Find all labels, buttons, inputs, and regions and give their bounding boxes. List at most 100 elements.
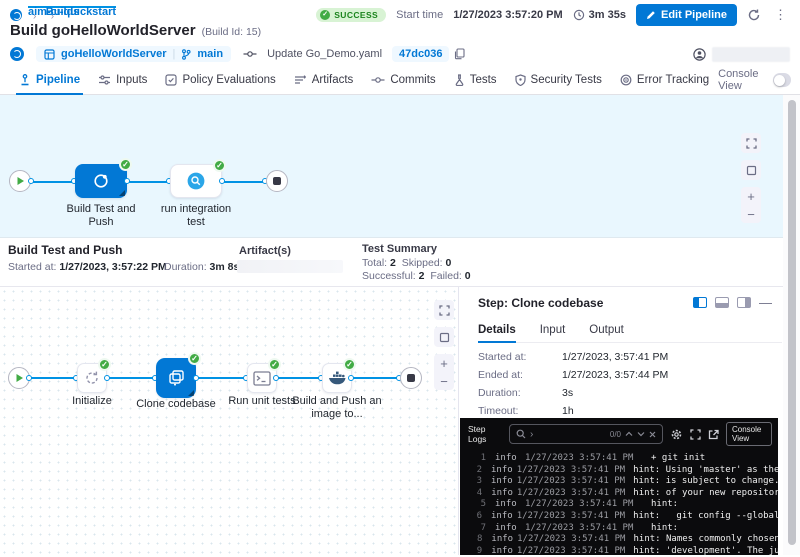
field-value: 1h bbox=[562, 405, 574, 417]
close-icon[interactable] bbox=[649, 431, 656, 438]
tab-label: Inputs bbox=[116, 74, 147, 86]
repo-name[interactable]: goHelloWorldServer bbox=[61, 48, 167, 60]
zoom-in-icon[interactable]: + bbox=[741, 187, 761, 205]
exec-node-label: Build and Push an image to... bbox=[292, 395, 382, 421]
tab-inputs[interactable]: Inputs bbox=[89, 66, 156, 94]
exec-end-node bbox=[400, 367, 422, 389]
stage-node-run-integration-test[interactable]: ✓ bbox=[170, 164, 222, 198]
stop-icon bbox=[273, 177, 281, 185]
total-label: Total: bbox=[362, 257, 387, 269]
fullscreen-icon[interactable] bbox=[741, 133, 761, 153]
scrollbar-thumb[interactable] bbox=[788, 100, 796, 545]
log-search-input[interactable]: › 0/0 bbox=[509, 424, 663, 444]
log-line: 3info1/27/2023 3:57:41 PMhint: is subjec… bbox=[474, 476, 778, 488]
status-text: SUCCESS bbox=[334, 10, 378, 20]
search-count: 0/0 bbox=[610, 430, 621, 439]
field-duration: Duration: 3s bbox=[478, 387, 668, 399]
artifact-redacted bbox=[237, 260, 343, 273]
play-icon bbox=[16, 176, 25, 186]
ci-stage-icon bbox=[92, 172, 110, 190]
log-line: 5info1/27/2023 3:57:41 PMhint: bbox=[474, 499, 778, 511]
tab-error-tracking[interactable]: Error Tracking bbox=[611, 66, 718, 94]
stage-graph-canvas[interactable]: ✓ ✓ Build Test and Push run integration … bbox=[0, 95, 800, 238]
page-scrollbar[interactable] bbox=[783, 95, 800, 555]
log-line: 1info1/27/2023 3:57:41 PM+ git init bbox=[474, 453, 778, 465]
field-label: Started at: bbox=[478, 351, 546, 363]
started-label: Started at: bbox=[8, 261, 56, 273]
field-ended-at: Ended at: 1/27/2023, 3:57:44 PM bbox=[478, 369, 668, 381]
shield-icon bbox=[515, 74, 526, 86]
field-timeout: Timeout: 1h bbox=[478, 405, 668, 417]
elapsed-time: 3m 35s bbox=[573, 9, 626, 21]
node-corner-flag bbox=[188, 390, 194, 396]
tab-commits[interactable]: Commits bbox=[362, 66, 444, 94]
chevron-up-icon[interactable] bbox=[625, 431, 633, 437]
initialize-icon bbox=[84, 370, 100, 386]
layout-bottom-icon[interactable] bbox=[715, 297, 729, 308]
stage-node-build-test-and-push[interactable]: ✓ bbox=[75, 164, 127, 198]
breadcrumb-builds[interactable]: Builds bbox=[46, 6, 80, 8]
harness-logo-icon bbox=[10, 9, 22, 21]
exec-node-label: Clone codebase bbox=[131, 398, 221, 411]
layout-right-icon[interactable] bbox=[737, 297, 751, 308]
commit-sha[interactable]: 47dc036 bbox=[392, 46, 449, 62]
tab-policy-evaluations[interactable]: Policy Evaluations bbox=[156, 66, 284, 94]
minimize-icon[interactable]: — bbox=[759, 295, 772, 310]
branch-name[interactable]: main bbox=[197, 48, 223, 60]
test-summary-title: Test Summary bbox=[362, 243, 437, 255]
more-options-icon[interactable]: ⋮ bbox=[771, 7, 790, 23]
edit-pipeline-label: Edit Pipeline bbox=[661, 9, 727, 21]
started-value: 1/27/2023, 3:57:22 PM bbox=[59, 261, 166, 273]
policy-check-icon bbox=[165, 74, 177, 86]
user-icon bbox=[693, 48, 706, 61]
copy-icon[interactable] bbox=[454, 48, 465, 60]
tab-output[interactable]: Output bbox=[589, 317, 624, 342]
zoom-in-icon[interactable]: + bbox=[434, 354, 454, 372]
execution-graph-canvas[interactable]: ✓ ✓ ✓ ✓ Initialize Clone codebase Run un… bbox=[0, 287, 459, 555]
play-icon bbox=[15, 373, 24, 383]
commit-message[interactable]: Update Go_Demo.yaml bbox=[267, 48, 382, 60]
search-icon bbox=[516, 429, 526, 439]
flask-icon bbox=[454, 74, 465, 86]
fullscreen-icon[interactable] bbox=[434, 300, 454, 320]
stage-duration: Duration: 3m 8s bbox=[164, 261, 239, 273]
tab-pipeline[interactable]: Pipeline bbox=[10, 66, 89, 94]
fit-to-view-icon[interactable] bbox=[741, 160, 761, 180]
stage-node-label: run integration test bbox=[151, 203, 241, 229]
tab-label: Error Tracking bbox=[637, 74, 709, 86]
zoom-out-icon[interactable]: − bbox=[741, 205, 761, 223]
tab-input[interactable]: Input bbox=[540, 317, 566, 342]
repo-branch-pill[interactable]: goHelloWorldServer | main bbox=[36, 46, 231, 62]
start-time-label: Start time bbox=[396, 9, 443, 21]
tab-security-tests[interactable]: Security Tests bbox=[506, 66, 611, 94]
start-time-value: 1/27/2023 3:57:20 PM bbox=[453, 9, 562, 21]
console-view-toggle[interactable] bbox=[773, 73, 792, 87]
success-check-icon: ✓ bbox=[188, 352, 201, 365]
zoom-out-icon[interactable]: − bbox=[434, 372, 454, 390]
failed-value: 0 bbox=[465, 270, 471, 282]
commit-icon bbox=[243, 49, 257, 59]
check-circle-icon: ✓ bbox=[320, 10, 330, 20]
tab-artifacts[interactable]: Artifacts bbox=[285, 66, 363, 94]
log-fullscreen-icon[interactable] bbox=[690, 429, 701, 440]
chevron-down-icon[interactable] bbox=[637, 431, 645, 437]
stage-started: Started at: 1/27/2023, 3:57:22 PM bbox=[8, 261, 167, 273]
success-check-icon: ✓ bbox=[119, 158, 132, 171]
test-summary-line2: Successful: 2 Failed: 0 bbox=[362, 270, 471, 282]
open-in-new-icon[interactable] bbox=[708, 429, 719, 440]
log-line: 2info1/27/2023 3:57:41 PMhint: Using 'ma… bbox=[474, 465, 778, 477]
exec-node-initialize[interactable]: ✓ bbox=[77, 363, 107, 393]
exec-node-clone-codebase[interactable]: ✓ bbox=[156, 358, 196, 398]
fit-to-view-icon[interactable] bbox=[434, 327, 454, 347]
success-check-icon: ✓ bbox=[213, 159, 226, 172]
log-settings-gear-icon[interactable] bbox=[670, 428, 683, 441]
refresh-icon[interactable] bbox=[747, 8, 761, 22]
console-view-button[interactable]: Console View bbox=[726, 422, 772, 446]
log-line: 9info1/27/2023 3:57:41 PMhint: 'developm… bbox=[474, 546, 778, 557]
duration-label: Duration: bbox=[164, 261, 207, 273]
tab-details[interactable]: Details bbox=[478, 317, 516, 342]
edit-pipeline-button[interactable]: Edit Pipeline bbox=[636, 4, 737, 26]
tab-tests[interactable]: Tests bbox=[445, 66, 506, 94]
log-line: 7info1/27/2023 3:57:41 PMhint: bbox=[474, 523, 778, 535]
layout-left-icon[interactable] bbox=[693, 297, 707, 308]
